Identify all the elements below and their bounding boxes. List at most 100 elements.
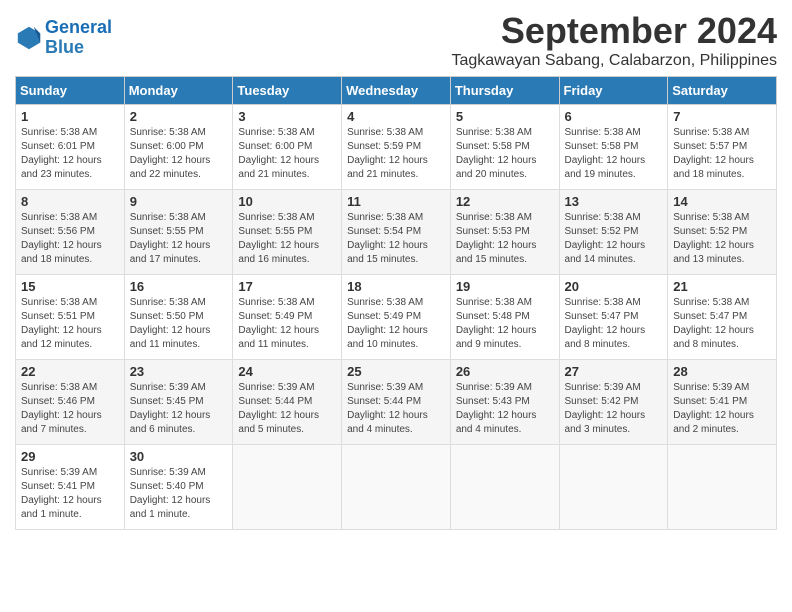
day-number: 15 bbox=[21, 279, 119, 294]
day-info: Sunrise: 5:39 AM Sunset: 5:43 PM Dayligh… bbox=[456, 381, 554, 437]
day-info: Sunrise: 5:38 AM Sunset: 5:58 PM Dayligh… bbox=[456, 126, 554, 182]
calendar-cell: 12 Sunrise: 5:38 AM Sunset: 5:53 PM Dayli… bbox=[450, 190, 559, 275]
day-number: 25 bbox=[347, 364, 445, 379]
day-info: Sunrise: 5:38 AM Sunset: 5:51 PM Dayligh… bbox=[21, 296, 119, 352]
calendar-cell: 13 Sunrise: 5:38 AM Sunset: 5:52 PM Dayli… bbox=[559, 190, 668, 275]
day-number: 26 bbox=[456, 364, 554, 379]
weekday-header-wednesday: Wednesday bbox=[342, 77, 451, 105]
calendar-cell: 19Sunrise: 5:38 AM Sunset: 5:48 PM Dayli… bbox=[450, 275, 559, 360]
weekday-header-saturday: Saturday bbox=[668, 77, 777, 105]
day-info: Sunrise: 5:39 AM Sunset: 5:40 PM Dayligh… bbox=[130, 466, 228, 522]
day-number: 3 bbox=[238, 109, 336, 124]
day-number: 5 bbox=[456, 109, 554, 124]
week-row-3: 15 Sunrise: 5:38 AM Sunset: 5:51 PM Dayli… bbox=[16, 275, 777, 360]
day-number: 6 bbox=[565, 109, 663, 124]
day-number: 16 bbox=[130, 279, 228, 294]
day-number: 28 bbox=[673, 364, 771, 379]
day-info: Sunrise: 5:38 AM Sunset: 5:52 PM Dayligh… bbox=[565, 211, 663, 267]
calendar-cell: 16 Sunrise: 5:38 AM Sunset: 5:50 PM Dayli… bbox=[124, 275, 233, 360]
day-number: 8 bbox=[21, 194, 119, 209]
day-info: Sunrise: 5:38 AM Sunset: 5:49 PM Dayligh… bbox=[238, 296, 336, 352]
day-info: Sunrise: 5:38 AM Sunset: 5:57 PM Dayligh… bbox=[673, 126, 771, 182]
day-info: Sunrise: 5:38 AM Sunset: 5:59 PM Dayligh… bbox=[347, 126, 445, 182]
calendar-table: SundayMondayTuesdayWednesdayThursdayFrid… bbox=[15, 76, 777, 530]
calendar-cell bbox=[450, 445, 559, 530]
calendar-cell bbox=[233, 445, 342, 530]
calendar-cell: 5 Sunrise: 5:38 AM Sunset: 5:58 PM Daylig… bbox=[450, 105, 559, 190]
calendar-cell: 18Sunrise: 5:38 AM Sunset: 5:49 PM Dayli… bbox=[342, 275, 451, 360]
week-row-2: 8Sunrise: 5:38 AM Sunset: 5:56 PM Daylig… bbox=[16, 190, 777, 275]
calendar-cell: 7Sunrise: 5:38 AM Sunset: 5:57 PM Daylig… bbox=[668, 105, 777, 190]
logo-text-line2: Blue bbox=[45, 38, 112, 58]
calendar-cell: 25Sunrise: 5:39 AM Sunset: 5:44 PM Dayli… bbox=[342, 360, 451, 445]
day-info: Sunrise: 5:38 AM Sunset: 6:00 PM Dayligh… bbox=[238, 126, 336, 182]
calendar-cell: 8Sunrise: 5:38 AM Sunset: 5:56 PM Daylig… bbox=[16, 190, 125, 275]
week-row-4: 22Sunrise: 5:38 AM Sunset: 5:46 PM Dayli… bbox=[16, 360, 777, 445]
calendar-cell: 24 Sunrise: 5:39 AM Sunset: 5:44 PM Dayli… bbox=[233, 360, 342, 445]
calendar-cell: 27 Sunrise: 5:39 AM Sunset: 5:42 PM Dayli… bbox=[559, 360, 668, 445]
day-info: Sunrise: 5:38 AM Sunset: 6:01 PM Dayligh… bbox=[21, 126, 119, 182]
calendar-cell: 9Sunrise: 5:38 AM Sunset: 5:55 PM Daylig… bbox=[124, 190, 233, 275]
weekday-header-monday: Monday bbox=[124, 77, 233, 105]
weekday-header-sunday: Sunday bbox=[16, 77, 125, 105]
day-info: Sunrise: 5:38 AM Sunset: 5:46 PM Dayligh… bbox=[21, 381, 119, 437]
day-number: 17 bbox=[238, 279, 336, 294]
calendar-cell: 23 Sunrise: 5:39 AM Sunset: 5:45 PM Dayli… bbox=[124, 360, 233, 445]
calendar-cell: 3 Sunrise: 5:38 AM Sunset: 6:00 PM Daylig… bbox=[233, 105, 342, 190]
logo-text-line1: General bbox=[45, 18, 112, 38]
day-info: Sunrise: 5:39 AM Sunset: 5:45 PM Dayligh… bbox=[130, 381, 228, 437]
day-number: 24 bbox=[238, 364, 336, 379]
day-number: 30 bbox=[130, 449, 228, 464]
calendar-cell: 1 Sunrise: 5:38 AM Sunset: 6:01 PM Daylig… bbox=[16, 105, 125, 190]
title-section: September 2024 Tagkawayan Sabang, Calaba… bbox=[451, 10, 777, 70]
day-info: Sunrise: 5:38 AM Sunset: 5:58 PM Dayligh… bbox=[565, 126, 663, 182]
calendar-subtitle: Tagkawayan Sabang, Calabarzon, Philippin… bbox=[451, 52, 777, 70]
week-row-5: 29Sunrise: 5:39 AM Sunset: 5:41 PM Dayli… bbox=[16, 445, 777, 530]
logo: General Blue bbox=[15, 18, 112, 58]
day-info: Sunrise: 5:39 AM Sunset: 5:42 PM Dayligh… bbox=[565, 381, 663, 437]
logo-icon bbox=[15, 24, 43, 52]
calendar-title: September 2024 bbox=[451, 10, 777, 52]
day-info: Sunrise: 5:38 AM Sunset: 5:54 PM Dayligh… bbox=[347, 211, 445, 267]
day-number: 9 bbox=[130, 194, 228, 209]
calendar-cell: 11 Sunrise: 5:38 AM Sunset: 5:54 PM Dayli… bbox=[342, 190, 451, 275]
day-number: 23 bbox=[130, 364, 228, 379]
calendar-cell: 22Sunrise: 5:38 AM Sunset: 5:46 PM Dayli… bbox=[16, 360, 125, 445]
day-number: 27 bbox=[565, 364, 663, 379]
day-number: 21 bbox=[673, 279, 771, 294]
calendar-cell: 2 Sunrise: 5:38 AM Sunset: 6:00 PM Daylig… bbox=[124, 105, 233, 190]
day-number: 20 bbox=[565, 279, 663, 294]
day-number: 11 bbox=[347, 194, 445, 209]
day-info: Sunrise: 5:38 AM Sunset: 5:47 PM Dayligh… bbox=[565, 296, 663, 352]
day-number: 10 bbox=[238, 194, 336, 209]
day-info: Sunrise: 5:38 AM Sunset: 5:47 PM Dayligh… bbox=[673, 296, 771, 352]
day-info: Sunrise: 5:38 AM Sunset: 5:50 PM Dayligh… bbox=[130, 296, 228, 352]
week-row-1: 1 Sunrise: 5:38 AM Sunset: 6:01 PM Daylig… bbox=[16, 105, 777, 190]
day-info: Sunrise: 5:38 AM Sunset: 5:55 PM Dayligh… bbox=[238, 211, 336, 267]
calendar-cell: 20 Sunrise: 5:38 AM Sunset: 5:47 PM Dayli… bbox=[559, 275, 668, 360]
day-info: Sunrise: 5:38 AM Sunset: 5:52 PM Dayligh… bbox=[673, 211, 771, 267]
day-info: Sunrise: 5:38 AM Sunset: 6:00 PM Dayligh… bbox=[130, 126, 228, 182]
weekday-header-friday: Friday bbox=[559, 77, 668, 105]
day-number: 1 bbox=[21, 109, 119, 124]
calendar-cell: 21 Sunrise: 5:38 AM Sunset: 5:47 PM Dayli… bbox=[668, 275, 777, 360]
day-info: Sunrise: 5:38 AM Sunset: 5:53 PM Dayligh… bbox=[456, 211, 554, 267]
day-info: Sunrise: 5:38 AM Sunset: 5:48 PM Dayligh… bbox=[456, 296, 554, 352]
calendar-cell: 4 Sunrise: 5:38 AM Sunset: 5:59 PM Daylig… bbox=[342, 105, 451, 190]
calendar-cell bbox=[342, 445, 451, 530]
calendar-cell: 28Sunrise: 5:39 AM Sunset: 5:41 PM Dayli… bbox=[668, 360, 777, 445]
calendar-cell bbox=[559, 445, 668, 530]
day-number: 2 bbox=[130, 109, 228, 124]
calendar-cell: 14Sunrise: 5:38 AM Sunset: 5:52 PM Dayli… bbox=[668, 190, 777, 275]
calendar-cell: 17 Sunrise: 5:38 AM Sunset: 5:49 PM Dayli… bbox=[233, 275, 342, 360]
day-number: 12 bbox=[456, 194, 554, 209]
day-info: Sunrise: 5:39 AM Sunset: 5:44 PM Dayligh… bbox=[238, 381, 336, 437]
calendar-cell: 6 Sunrise: 5:38 AM Sunset: 5:58 PM Daylig… bbox=[559, 105, 668, 190]
day-number: 4 bbox=[347, 109, 445, 124]
calendar-cell: 30 Sunrise: 5:39 AM Sunset: 5:40 PM Dayli… bbox=[124, 445, 233, 530]
day-info: Sunrise: 5:39 AM Sunset: 5:41 PM Dayligh… bbox=[21, 466, 119, 522]
day-number: 13 bbox=[565, 194, 663, 209]
weekday-header-tuesday: Tuesday bbox=[233, 77, 342, 105]
calendar-cell: 29Sunrise: 5:39 AM Sunset: 5:41 PM Dayli… bbox=[16, 445, 125, 530]
weekday-header-thursday: Thursday bbox=[450, 77, 559, 105]
